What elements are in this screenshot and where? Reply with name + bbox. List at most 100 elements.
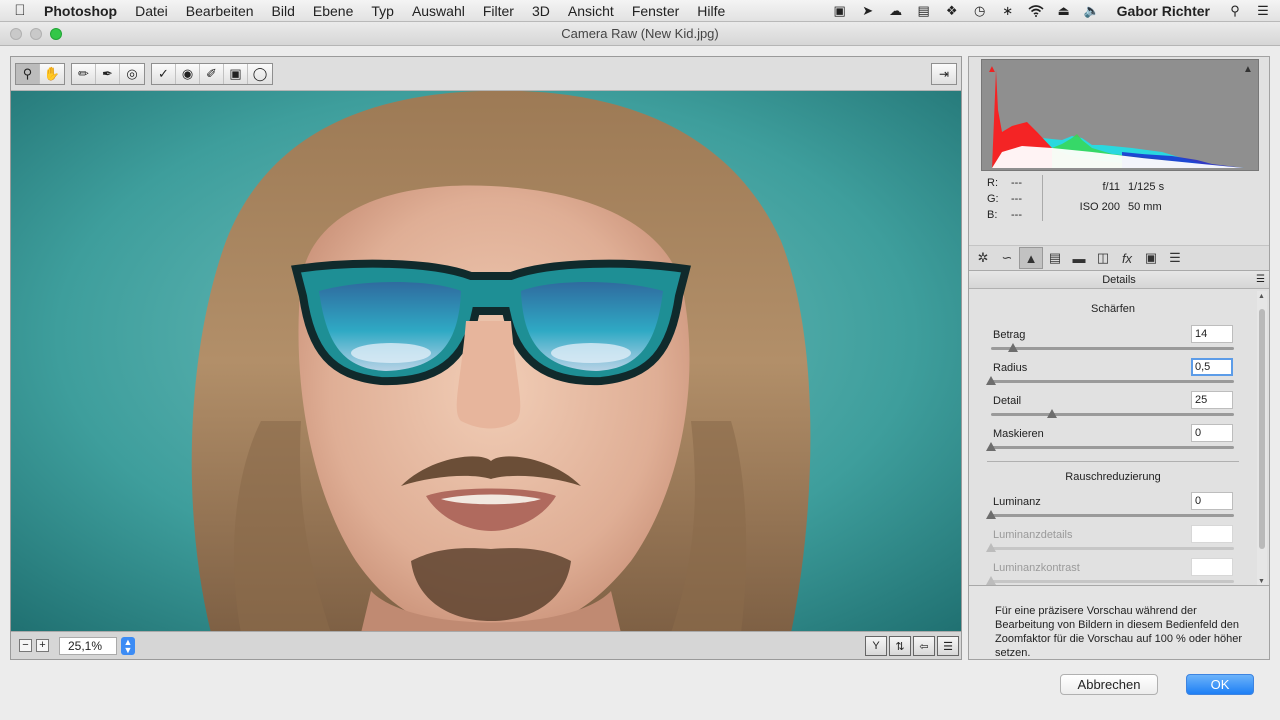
panel-scrollbar[interactable]: ▲ ▼ (1257, 291, 1267, 585)
notification-list-icon[interactable]: ☰ (1254, 3, 1272, 18)
panel-menu-icon[interactable]: ☰ (1256, 271, 1265, 289)
readout-divider (1042, 175, 1043, 221)
slider-value-field[interactable]: 0,5 (1191, 358, 1233, 376)
slider-value-field[interactable]: 0 (1191, 424, 1233, 442)
window-titlebar: Camera Raw (New Kid.jpg) (0, 22, 1280, 46)
zoom-window-button[interactable] (50, 28, 62, 40)
zoom-out-button[interactable]: − (19, 639, 32, 652)
slider-thumb[interactable] (986, 442, 996, 451)
zoom-dropdown-icon[interactable]: ▲ ▼ (121, 636, 135, 655)
bluetooth-icon[interactable]: ∗ (999, 3, 1017, 18)
view-tool-group: ⚲ ✋ (15, 62, 65, 85)
slider-luminanzkontrast: Luminanzkontrast (969, 558, 1257, 585)
menu-fenster[interactable]: Fenster (623, 0, 688, 22)
slider-track (991, 547, 1234, 550)
cancel-button[interactable]: Abbrechen (1060, 674, 1158, 695)
hsl-icon[interactable]: ▤ (1043, 247, 1067, 269)
lens-icon[interactable]: ◫ (1091, 247, 1115, 269)
red-eye-tool-icon[interactable]: ◉ (176, 63, 200, 84)
target-adjustment-tool-icon[interactable]: ◎ (120, 64, 144, 84)
image-preview[interactable] (11, 91, 961, 633)
cloud-icon[interactable]: ☁ (887, 3, 905, 18)
hand-tool-icon[interactable]: ✋ (40, 64, 64, 84)
menu-3d[interactable]: 3D (523, 0, 559, 22)
menu-ebene[interactable]: Ebene (304, 0, 362, 22)
shadow-clipping-warning-icon[interactable]: ▲ (984, 62, 1000, 76)
slider-thumb[interactable] (1007, 343, 1018, 352)
menu-typ[interactable]: Typ (362, 0, 403, 22)
slider-value-field[interactable]: 0 (1191, 492, 1233, 510)
scroll-down-icon[interactable]: ▼ (1258, 578, 1265, 585)
color-sampler-tool-icon[interactable]: ✒ (96, 63, 120, 84)
play-icon[interactable]: ➤ (859, 3, 877, 18)
search-icon[interactable]: ⚲ (1226, 3, 1244, 18)
slider-label: Luminanz (993, 496, 1041, 508)
menu-photoshop[interactable]: Photoshop (40, 0, 126, 22)
close-window-button[interactable] (10, 28, 22, 40)
b-value: --- (1011, 209, 1022, 221)
preview-settings-icon[interactable]: ☰ (937, 636, 959, 656)
before-after-icon[interactable]: Y (865, 636, 887, 656)
dropbox-icon[interactable]: ❖ (943, 3, 961, 18)
ok-button[interactable]: OK (1186, 674, 1254, 695)
view-buttons: Y ⇅ ⇦ ☰ (865, 636, 959, 656)
slider-track[interactable] (991, 380, 1234, 383)
slider-track[interactable] (991, 347, 1234, 350)
effects-icon[interactable]: fx (1115, 247, 1139, 269)
slider-track[interactable] (991, 413, 1234, 416)
copy-settings-icon[interactable]: ⇦ (913, 636, 935, 656)
user-name[interactable]: Gabor Richter (1111, 3, 1216, 19)
retouch-tool-group: ✓ ◉ ✐ ▣ ◯ (151, 62, 273, 85)
cast-icon[interactable]: ▣ (831, 3, 849, 18)
wifi-icon[interactable] (1027, 4, 1045, 18)
slider-thumb[interactable] (1046, 409, 1057, 418)
highlight-clipping-warning-icon[interactable]: ▲ (1240, 62, 1256, 76)
apple-icon[interactable]:  (0, 2, 40, 19)
tone-curve-icon[interactable]: ∽ (995, 247, 1019, 269)
scroll-up-icon[interactable]: ▲ (1258, 293, 1265, 300)
slider-label: Betrag (993, 329, 1026, 341)
color-tool-group: ✏ ✒ ◎ (71, 62, 145, 85)
preview-panel: ⚲ ✋ ✏ ✒ ◎ ✓ ◉ ✐ ▣ ◯ ⇥ − + 25,1% ▲ ▼ Y ⇅ … (10, 56, 962, 660)
slider-value-field[interactable]: 14 (1191, 325, 1233, 343)
panel-title: Details ☰ (969, 271, 1269, 289)
camera-calibration-icon[interactable]: ▣ (1139, 247, 1163, 269)
presets-icon[interactable]: ☰ (1163, 247, 1187, 269)
menu-auswahl[interactable]: Auswahl (403, 0, 474, 22)
menu-ansicht[interactable]: Ansicht (559, 0, 623, 22)
adjustment-brush-tool-icon[interactable]: ✐ (200, 63, 224, 84)
zoom-in-button[interactable]: + (36, 639, 49, 652)
fullscreen-toggle-icon[interactable]: ⇥ (931, 63, 957, 85)
zoom-tool-icon[interactable]: ⚲ (16, 63, 40, 84)
basic-icon[interactable]: ✲ (971, 247, 995, 269)
slider-maskieren: Maskieren 0 (969, 424, 1257, 461)
white-balance-tool-icon[interactable]: ✏ (72, 63, 96, 84)
slider-thumb[interactable] (986, 376, 996, 385)
slider-thumb[interactable] (986, 510, 996, 519)
radial-filter-tool-icon[interactable]: ◯ (248, 64, 272, 84)
menu-bild[interactable]: Bild (263, 0, 304, 22)
swap-settings-icon[interactable]: ⇅ (889, 636, 911, 656)
zoom-level-field[interactable]: 25,1% (59, 636, 117, 655)
volume-icon[interactable]: 🔈 (1083, 3, 1101, 18)
graduated-filter-tool-icon[interactable]: ▣ (224, 63, 248, 84)
time-machine-icon[interactable]: ◷ (971, 3, 989, 18)
menu-bearbeiten[interactable]: Bearbeiten (177, 0, 263, 22)
monitor-icon[interactable]: ▤ (915, 3, 933, 18)
r-value: --- (1011, 177, 1022, 189)
slider-label: Maskieren (993, 428, 1044, 440)
scrollbar-thumb[interactable] (1259, 309, 1265, 549)
split-toning-icon[interactable]: ▬ (1067, 247, 1091, 269)
slider-value-field[interactable]: 25 (1191, 391, 1233, 409)
menu-hilfe[interactable]: Hilfe (688, 0, 734, 22)
shutter-value: 1/125 s (1128, 181, 1165, 193)
minimize-window-button[interactable] (30, 28, 42, 40)
eject-icon[interactable]: ⏏ (1055, 3, 1073, 18)
slider-track[interactable] (991, 514, 1234, 517)
menu-filter[interactable]: Filter (474, 0, 523, 22)
r-label: R: (987, 177, 998, 189)
detail-icon[interactable]: ▲ (1019, 247, 1043, 269)
spot-removal-tool-icon[interactable]: ✓ (152, 63, 176, 84)
menu-datei[interactable]: Datei (126, 0, 177, 22)
slider-track[interactable] (991, 446, 1234, 449)
